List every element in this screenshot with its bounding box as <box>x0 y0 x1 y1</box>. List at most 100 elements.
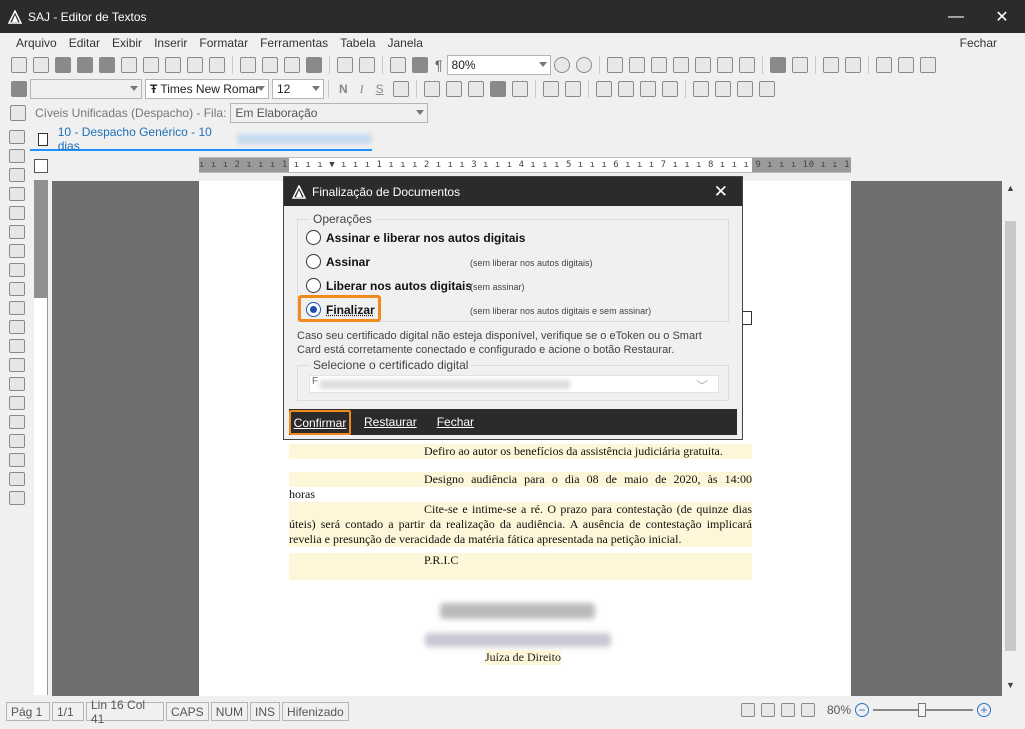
undo-icon[interactable] <box>337 57 353 73</box>
vertical-scrollbar[interactable]: ▲ ▼ <box>1002 181 1019 696</box>
outdent-icon[interactable] <box>595 81 612 97</box>
menu-ferramentas[interactable]: Ferramentas <box>260 36 328 50</box>
radio-button[interactable] <box>306 254 321 269</box>
tree-icon[interactable] <box>844 57 861 73</box>
scroll-thumb[interactable] <box>1005 221 1016 651</box>
side-tool-icon[interactable] <box>9 434 25 448</box>
blank-doc-icon[interactable] <box>33 57 49 73</box>
superscript-icon[interactable] <box>692 81 709 97</box>
radio-button[interactable] <box>306 230 321 245</box>
side-tool-icon[interactable] <box>9 187 25 201</box>
zoom-select[interactable]: 80% <box>446 55 551 75</box>
style-select[interactable] <box>30 79 142 99</box>
menu-exibir[interactable]: Exibir <box>112 36 142 50</box>
zoom-out-icon[interactable] <box>553 57 570 73</box>
side-tool-icon[interactable] <box>9 491 25 505</box>
case-icon[interactable] <box>736 81 753 97</box>
align-right-icon[interactable] <box>467 81 484 97</box>
format-painter-icon[interactable] <box>306 57 322 73</box>
side-tool-icon[interactable] <box>9 453 25 467</box>
save-icon[interactable] <box>99 57 115 73</box>
table-insert-icon[interactable] <box>606 57 623 73</box>
style-icon[interactable] <box>11 81 27 97</box>
numbering-icon[interactable] <box>564 81 581 97</box>
table-split-icon[interactable] <box>694 57 711 73</box>
side-tool-icon[interactable] <box>9 206 25 220</box>
options-icon[interactable] <box>919 57 936 73</box>
table-col-icon[interactable] <box>650 57 667 73</box>
indent-icon[interactable] <box>617 81 634 97</box>
side-tool-icon[interactable] <box>9 263 25 277</box>
side-tool-icon[interactable] <box>9 396 25 410</box>
side-tool-icon[interactable] <box>9 377 25 391</box>
scroll-up-icon[interactable]: ▲ <box>1002 183 1019 197</box>
font-color-icon[interactable] <box>661 81 678 97</box>
table-merge-icon[interactable] <box>672 57 689 73</box>
field-icon[interactable] <box>875 57 892 73</box>
menu-arquivo[interactable]: Arquivo <box>16 36 57 50</box>
view-page-icon[interactable] <box>760 703 775 717</box>
menu-janela[interactable]: Janela <box>388 36 423 50</box>
zoom-slider-thumb[interactable] <box>918 703 926 717</box>
redo-icon[interactable] <box>359 57 375 73</box>
pilcrow-icon[interactable]: ¶ <box>435 57 443 73</box>
side-tool-icon[interactable] <box>9 472 25 486</box>
side-tool-icon[interactable] <box>9 149 25 163</box>
side-tool-icon[interactable] <box>9 358 25 372</box>
document-tab[interactable]: 10 - Despacho Genérico - 10 dias <box>30 125 372 153</box>
paste-icon[interactable] <box>284 57 300 73</box>
view-draft-icon[interactable] <box>800 703 815 717</box>
view-web-icon[interactable] <box>780 703 795 717</box>
mail-icon[interactable] <box>187 57 203 73</box>
link-icon[interactable] <box>165 57 181 73</box>
align-left-icon[interactable] <box>423 81 440 97</box>
side-tool-icon[interactable] <box>9 225 25 239</box>
menu-tabela[interactable]: Tabela <box>340 36 375 50</box>
spellcheck-icon[interactable] <box>209 57 225 73</box>
side-tool-icon[interactable] <box>9 339 25 353</box>
close-button[interactable]: Fechar <box>437 415 474 429</box>
confirm-button[interactable]: Confirmar <box>289 410 351 435</box>
highlight-icon[interactable] <box>392 81 409 97</box>
option-release[interactable]: Liberar nos autos digitais <box>306 278 472 293</box>
restore-button[interactable]: Restaurar <box>364 415 417 429</box>
side-tool-icon[interactable] <box>9 301 25 315</box>
grid-icon[interactable] <box>412 57 428 73</box>
underline-button[interactable]: S <box>376 82 384 96</box>
side-tool-icon[interactable] <box>9 244 25 258</box>
font-size-select[interactable]: 12 <box>272 79 324 99</box>
columns-icon[interactable] <box>769 57 786 73</box>
scroll-down-icon[interactable]: ▼ <box>1002 680 1019 694</box>
frame-icon[interactable] <box>791 57 808 73</box>
print-preview-icon[interactable] <box>143 57 159 73</box>
open-icon[interactable] <box>55 57 71 73</box>
subscript-icon[interactable] <box>714 81 731 97</box>
line-spacing-icon[interactable] <box>511 81 528 97</box>
print-icon[interactable] <box>121 57 137 73</box>
menu-editar[interactable]: Editar <box>69 36 100 50</box>
new-icon[interactable] <box>11 57 27 73</box>
outline-icon[interactable] <box>822 57 839 73</box>
menu-fechar[interactable]: Fechar <box>960 36 997 50</box>
zoom-in-icon[interactable] <box>575 57 592 73</box>
menu-formatar[interactable]: Formatar <box>199 36 248 50</box>
view-layout-icon[interactable] <box>740 703 755 717</box>
minimize-button[interactable]: — <box>933 0 979 33</box>
option-sign-release[interactable]: Assinar e liberar nos autos digitais <box>306 230 525 245</box>
italic-button[interactable]: I <box>360 82 364 97</box>
borders-icon[interactable] <box>639 81 656 97</box>
side-tool-icon[interactable] <box>9 282 25 296</box>
side-tool-icon[interactable] <box>9 320 25 334</box>
table-icon[interactable] <box>390 57 406 73</box>
side-tool-icon[interactable] <box>9 168 25 182</box>
option-sign[interactable]: Assinar <box>306 254 370 269</box>
zoom-in-icon[interactable]: + <box>977 703 991 717</box>
char-spacing-icon[interactable] <box>758 81 775 97</box>
radio-button[interactable] <box>306 278 321 293</box>
side-tool-icon[interactable] <box>9 130 25 144</box>
align-center-icon[interactable] <box>445 81 462 97</box>
queue-status-select[interactable]: Em Elaboração <box>230 103 429 123</box>
table-row-icon[interactable] <box>628 57 645 73</box>
copy-icon[interactable] <box>262 57 278 73</box>
horizontal-ruler[interactable]: ı ı ı 2 ı ı ı 1 ı ı ı ▼ ı ı ı 1 ı ı ı 2 … <box>199 157 851 173</box>
